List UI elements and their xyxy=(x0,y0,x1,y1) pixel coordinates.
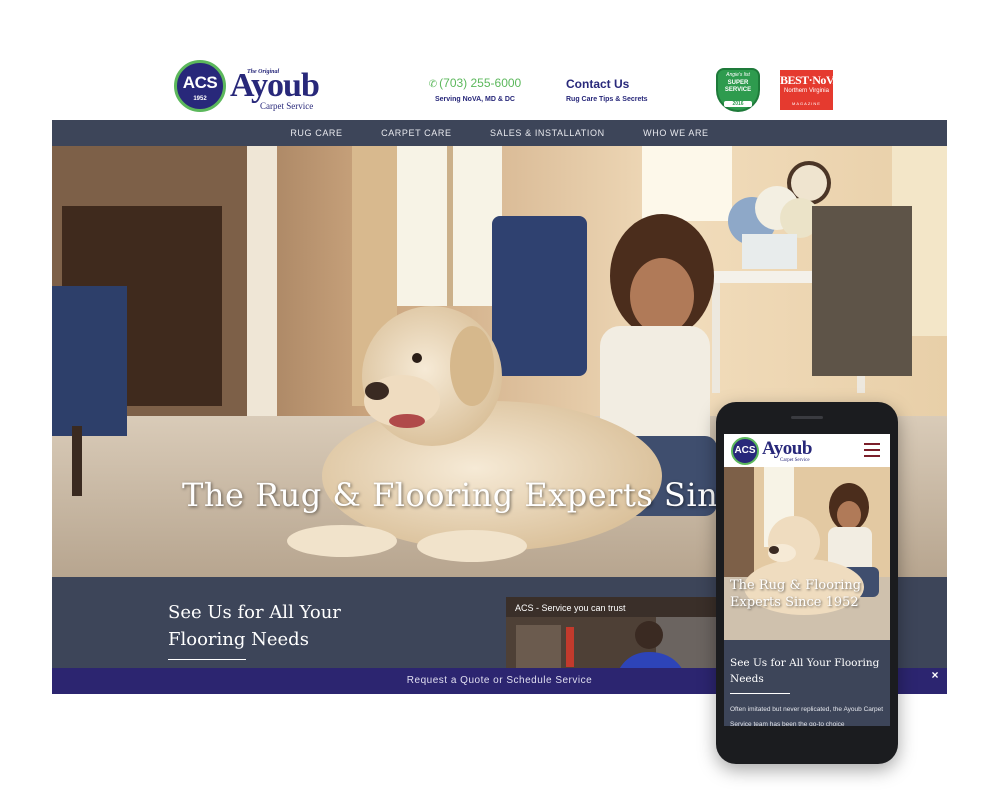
mobile-section-body: Often imitated but never replicated, the… xyxy=(730,706,884,726)
section-title: See Us for All Your Flooring Needs xyxy=(168,602,341,650)
logo-tagline: Carpet Service xyxy=(260,101,314,111)
best-of-nova-badge: BEST·NoVA Northern Virginia MAGAZINE xyxy=(780,70,841,110)
badge-bon-line3: MAGAZINE xyxy=(792,101,821,106)
hamburger-icon[interactable] xyxy=(864,443,880,457)
site-header: ACS 1952 The Original Ayoub Carpet Servi… xyxy=(52,52,947,120)
phone-speaker xyxy=(791,416,823,419)
mobile-header: ACS Ayoub Carpet Service xyxy=(724,434,890,467)
mobile-hero-title: The Rug & Flooring Experts Since 1952 xyxy=(730,578,862,610)
logo-seal-year: 1952 xyxy=(193,96,207,102)
section-divider xyxy=(168,659,246,660)
contact-block[interactable]: Contact Us Rug Care Tips & Secrets xyxy=(566,77,676,103)
badge-ssa-line2: SUPER SERVICE xyxy=(724,80,752,93)
acs-seal-logo: ACS 1952 xyxy=(174,60,226,112)
mobile-section-title: See Us for All Your Flooring Needs xyxy=(730,657,880,685)
rug-tips-link[interactable]: Rug Care Tips & Secrets xyxy=(566,96,676,103)
service-area: Serving NoVA, MD & DC xyxy=(435,96,515,103)
nav-item-who-we-are[interactable]: WHO WE ARE xyxy=(643,120,709,146)
nav-item-rug-care[interactable]: RUG CARE xyxy=(290,120,342,146)
mobile-logo-tagline: Carpet Service xyxy=(780,458,810,463)
badge-ssa-line1: Angie's list xyxy=(726,72,750,78)
mobile-hero: The Rug & Flooring Experts Since 1952 xyxy=(724,467,890,640)
mobile-mockup: ACS Ayoub Carpet Service The Rug & Floor… xyxy=(716,402,898,764)
badge-bon-line2: Northern Virginia xyxy=(784,88,829,94)
phone-icon: ✆ xyxy=(428,79,438,90)
video-caption: ACS - Service you can trust xyxy=(515,603,626,613)
mobile-acs-seal-logo[interactable]: ACS xyxy=(731,437,759,465)
mobile-logo-name[interactable]: Ayoub xyxy=(762,438,812,460)
phone-number: (703) 255-6000 xyxy=(439,76,522,90)
mobile-hero-photo xyxy=(724,467,890,640)
logo-seal-text: ACS xyxy=(182,73,218,92)
badge-ssa-year: 2016 xyxy=(724,101,752,107)
nav-item-sales-installation[interactable]: SALES & INSTALLATION xyxy=(490,120,605,146)
nav-item-carpet-care[interactable]: CARPET CARE xyxy=(381,120,451,146)
logo-name: Ayoub xyxy=(230,67,320,104)
contact-us-link[interactable]: Contact Us xyxy=(566,77,676,91)
close-icon[interactable]: × xyxy=(928,668,942,682)
badge-bon-line1: BEST·NoVA xyxy=(780,73,841,87)
phone-number-link[interactable]: ✆ (703) 255-6000 xyxy=(420,76,530,90)
site-logo[interactable]: ACS 1952 The Original Ayoub Carpet Servi… xyxy=(174,60,334,114)
mobile-screen: ACS Ayoub Carpet Service The Rug & Floor… xyxy=(724,434,890,726)
main-nav: RUG CARE CARPET CARE SALES & INSTALLATIO… xyxy=(52,120,947,146)
mobile-flooring-section: See Us for All Your Flooring Needs Often… xyxy=(724,640,890,726)
mobile-seal-text: ACS xyxy=(734,445,756,456)
mobile-section-divider xyxy=(730,693,790,694)
super-service-award-badge: Angie's list SUPER SERVICE 2016 xyxy=(716,68,760,112)
phone-block[interactable]: ✆ (703) 255-6000 Serving NoVA, MD & DC xyxy=(420,76,530,103)
